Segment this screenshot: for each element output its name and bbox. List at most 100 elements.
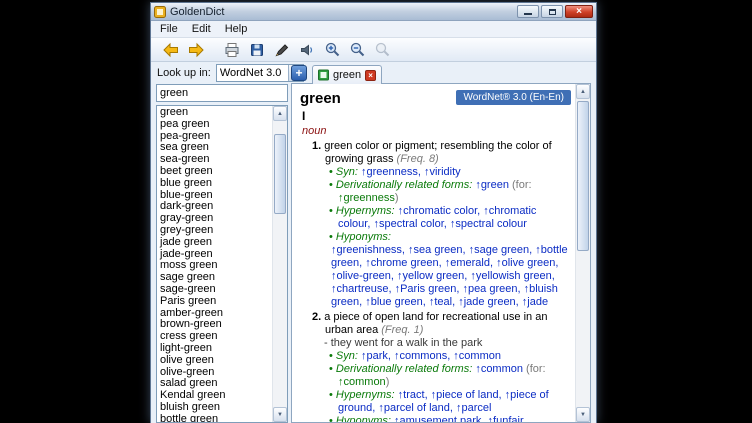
article-text: ) bbox=[386, 376, 390, 388]
back-icon bbox=[162, 41, 180, 59]
scroll-up-button[interactable]: ▲ bbox=[273, 106, 287, 121]
word-list-item[interactable]: sage-green bbox=[157, 284, 272, 296]
article-link[interactable]: ↑greenishness, ↑sea green, ↑sage green, … bbox=[331, 244, 568, 308]
article-line: • Derivationally related forms: ↑common … bbox=[300, 363, 571, 389]
zoom-original-icon bbox=[374, 41, 391, 58]
bullet-icon: • bbox=[329, 231, 336, 243]
article-body: Inoun1. green color or pigment; resembli… bbox=[300, 110, 571, 422]
article-line: - they went for a walk in the park bbox=[300, 337, 571, 350]
maximize-button[interactable] bbox=[541, 5, 563, 18]
menu-edit[interactable]: Edit bbox=[185, 22, 218, 36]
article-text: - they went for a walk in the park bbox=[324, 337, 482, 349]
forward-icon bbox=[187, 41, 205, 59]
word-list-item[interactable]: light-green bbox=[157, 343, 272, 355]
scroll-down-button[interactable]: ▼ bbox=[273, 407, 287, 422]
article-line: • Hyponyms: ↑amusement park, ↑funfair, ↑… bbox=[300, 415, 571, 422]
zoom-in-icon bbox=[324, 41, 341, 58]
pronounce-button[interactable] bbox=[297, 40, 317, 60]
search-input[interactable] bbox=[156, 84, 288, 102]
article-text: ) bbox=[395, 192, 399, 204]
article-text: (for: bbox=[509, 179, 532, 191]
word-list-item[interactable]: grey-green bbox=[157, 225, 272, 237]
article-link[interactable]: ↑greenness bbox=[338, 192, 395, 204]
article-line: • Hypernyms: ↑tract, ↑piece of land, ↑pi… bbox=[300, 389, 571, 415]
zoom-in-button[interactable] bbox=[322, 40, 342, 60]
arrow-down-icon: ▼ bbox=[277, 412, 283, 418]
article-link[interactable]: ↑greenness, ↑viridity bbox=[361, 166, 461, 178]
word-list-item[interactable]: beet green bbox=[157, 166, 272, 178]
article-line: • Syn: ↑park, ↑commons, ↑common bbox=[300, 350, 571, 363]
window-title: GoldenDict bbox=[170, 6, 517, 18]
close-icon: × bbox=[368, 71, 373, 80]
title-bar[interactable]: GoldenDict × bbox=[151, 3, 596, 21]
book-icon bbox=[318, 69, 329, 81]
word-list-item[interactable]: olive green bbox=[157, 355, 272, 367]
bullet-icon: • bbox=[329, 205, 336, 217]
article-link[interactable]: ↑common bbox=[475, 363, 523, 375]
tab-green[interactable]: green × bbox=[312, 65, 382, 84]
scroll-down-button[interactable]: ▼ bbox=[576, 407, 590, 422]
article-text: Derivationally related forms: bbox=[336, 179, 475, 191]
close-button[interactable]: × bbox=[565, 5, 593, 18]
bullet-icon: • bbox=[329, 166, 336, 178]
zoom-out-button[interactable] bbox=[347, 40, 367, 60]
article-text: 1. bbox=[312, 140, 324, 152]
menu-help[interactable]: Help bbox=[218, 22, 255, 36]
article-link[interactable]: ↑green bbox=[475, 179, 509, 191]
arrow-up-icon: ▲ bbox=[277, 111, 283, 117]
back-button[interactable] bbox=[161, 40, 181, 60]
article-text: Syn: bbox=[336, 166, 361, 178]
desktop: GoldenDict × File Edit Help bbox=[0, 0, 752, 423]
article-line: • Hypernyms: ↑chromatic color, ↑chromati… bbox=[300, 205, 571, 231]
zoom-out-icon bbox=[349, 41, 366, 58]
word-list-item[interactable]: bluish green bbox=[157, 402, 272, 414]
article-line: 2. a piece of open land for recreational… bbox=[300, 311, 571, 337]
lookup-label: Look up in: bbox=[157, 67, 211, 79]
scrollbar-thumb[interactable] bbox=[274, 134, 286, 214]
scroll-up-button[interactable]: ▲ bbox=[576, 84, 590, 99]
bullet-icon: • bbox=[329, 389, 336, 401]
wordlist-scrollbar[interactable]: ▲ ▼ bbox=[272, 106, 287, 422]
forward-button[interactable] bbox=[186, 40, 206, 60]
arrow-up-icon: ▲ bbox=[580, 89, 586, 95]
scrollbar-thumb[interactable] bbox=[577, 101, 589, 251]
plus-icon: + bbox=[295, 66, 302, 80]
article-link[interactable]: ↑common bbox=[338, 376, 386, 388]
minimize-button[interactable] bbox=[517, 5, 539, 18]
tab-close-button[interactable]: × bbox=[365, 70, 376, 81]
save-button[interactable] bbox=[247, 40, 267, 60]
close-icon: × bbox=[576, 7, 582, 17]
word-list-item[interactable]: pea green bbox=[157, 119, 272, 131]
article-text: Hyponyms: bbox=[336, 231, 391, 243]
bullet-icon: • bbox=[329, 415, 336, 422]
article-text: (Freq. 8) bbox=[397, 153, 439, 165]
article-text: Hypernyms: bbox=[336, 205, 398, 217]
new-tab-button[interactable]: + bbox=[291, 65, 307, 81]
word-list-item[interactable]: bottle green bbox=[157, 414, 272, 422]
print-button[interactable] bbox=[222, 40, 242, 60]
word-list-item[interactable]: Paris green bbox=[157, 296, 272, 308]
word-list-item[interactable]: blue green bbox=[157, 178, 272, 190]
article-line: I bbox=[302, 110, 571, 124]
word-list-box: greenpea greenpea-greensea greensea-gree… bbox=[156, 105, 288, 423]
goldendict-window: GoldenDict × File Edit Help bbox=[150, 2, 597, 423]
article-scrollbar[interactable]: ▲ ▼ bbox=[575, 84, 590, 422]
article-line: ↑greenishness, ↑sea green, ↑sage green, … bbox=[300, 244, 571, 309]
word-list-item[interactable]: jade green bbox=[157, 237, 272, 249]
tab-label: green bbox=[333, 69, 361, 81]
tab-bar: + green × bbox=[291, 65, 382, 83]
edit-button[interactable] bbox=[272, 40, 292, 60]
bullet-icon: • bbox=[329, 350, 336, 362]
article-link[interactable]: ↑park, ↑commons, ↑common bbox=[361, 350, 501, 362]
dictionary-badge[interactable]: WordNet® 3.0 (En-En) bbox=[456, 90, 571, 105]
menu-bar: File Edit Help bbox=[151, 21, 596, 38]
lookup-row: Look up in: WordNet 3.0 ▼ + green × bbox=[151, 62, 596, 83]
bullet-icon: • bbox=[329, 363, 336, 375]
zoom-original-button[interactable] bbox=[372, 40, 392, 60]
bullet-icon: • bbox=[329, 179, 336, 191]
menu-file[interactable]: File bbox=[153, 22, 185, 36]
print-icon bbox=[224, 42, 240, 58]
combobox-value: WordNet 3.0 bbox=[217, 67, 288, 79]
article-line: • Hyponyms: bbox=[300, 231, 571, 244]
main-area: greenpea greenpea-greensea greensea-gree… bbox=[151, 83, 596, 423]
